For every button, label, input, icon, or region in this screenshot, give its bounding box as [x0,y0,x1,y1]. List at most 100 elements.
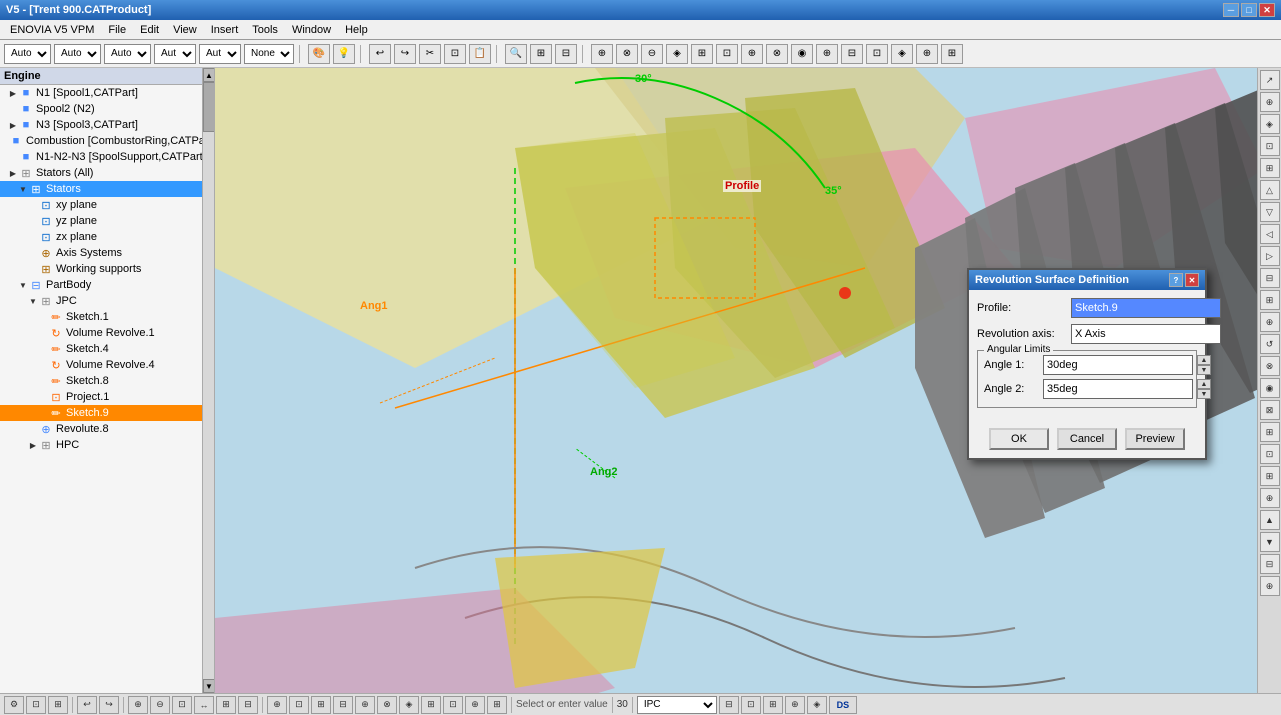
menu-help[interactable]: Help [339,22,374,38]
tree-item-working-supports[interactable]: ⊞ Working supports [0,261,214,277]
scroll-thumb[interactable] [203,82,215,132]
dialog-help-button[interactable]: ? [1169,273,1183,287]
3d-viewport[interactable]: 30° 35° Profile Ang1 Ang2 Revolution Sur… [215,68,1257,693]
tree-item-revolute8[interactable]: ⊕ Revolute.8 [0,421,214,437]
menu-enovia[interactable]: ENOVIA V5 VPM [4,22,100,38]
toolbar-btn-16[interactable]: ◈ [891,44,913,64]
close-button[interactable]: ✕ [1259,3,1275,17]
toolbar-btn-6[interactable]: ⊖ [641,44,663,64]
context-select[interactable]: IPC [637,696,717,714]
tree-item-n1spool1[interactable]: ▶ ■ N1 [Spool1,CATPart] [0,85,214,101]
btb-btn-9[interactable]: ⊞ [216,696,236,714]
btb-btn-25[interactable]: ◈ [807,696,827,714]
btb-btn-16[interactable]: ⊗ [377,696,397,714]
tree-item-zx-plane[interactable]: ⊡ zx plane [0,229,214,245]
tree-item-stators-all[interactable]: ▶ ⊞ Stators (All) [0,165,214,181]
toolbar-btn-7[interactable]: ◈ [666,44,688,64]
tree-item-sketch9[interactable]: ✏ Sketch.9 [0,405,214,421]
rtb-btn-6[interactable]: △ [1260,180,1280,200]
toolbar-btn-8[interactable]: ⊞ [691,44,713,64]
rtb-btn-4[interactable]: ⊡ [1260,136,1280,156]
angle2-input[interactable] [1043,379,1193,399]
rtb-btn-14[interactable]: ⊗ [1260,356,1280,376]
toolbar-btn-12[interactable]: ◉ [791,44,813,64]
btb-btn-18[interactable]: ⊞ [421,696,441,714]
menu-window[interactable]: Window [286,22,337,38]
select-filter-3[interactable]: Auto [104,44,151,64]
angle1-spin-up[interactable]: ▲ [1197,355,1211,365]
rtb-btn-2[interactable]: ⊕ [1260,92,1280,112]
rtb-btn-15[interactable]: ◉ [1260,378,1280,398]
rtb-btn-23[interactable]: ⊟ [1260,554,1280,574]
toolbar-btn-copy[interactable]: ⊡ [444,44,466,64]
btb-btn-3[interactable]: ↩ [77,696,97,714]
angle1-spin-down[interactable]: ▼ [1197,365,1211,375]
btb-btn-8[interactable]: ↔ [194,696,214,714]
ok-button[interactable]: OK [989,428,1049,450]
tree-item-jpc[interactable]: ▼ ⊞ JPC [0,293,214,309]
toolbar-btn-light[interactable]: 💡 [333,44,355,64]
btb-btn-1[interactable]: ⊡ [26,696,46,714]
tree-item-stators[interactable]: ▼ ⊞ Stators [0,181,214,197]
rtb-btn-20[interactable]: ⊕ [1260,488,1280,508]
btb-btn-13[interactable]: ⊞ [311,696,331,714]
toolbar-btn-render[interactable]: 🎨 [308,44,330,64]
toolbar-btn-13[interactable]: ⊕ [816,44,838,64]
toolbar-btn-paste[interactable]: 📋 [469,44,491,64]
btb-btn-14[interactable]: ⊟ [333,696,353,714]
toolbar-btn-undo[interactable]: ↩ [369,44,391,64]
menu-file[interactable]: File [102,22,132,38]
angle2-spin-down[interactable]: ▼ [1197,389,1211,399]
angle1-input[interactable] [1043,355,1193,375]
cancel-button[interactable]: Cancel [1057,428,1117,450]
btb-btn-5[interactable]: ⊕ [128,696,148,714]
btb-btn-24[interactable]: ⊕ [785,696,805,714]
rtb-btn-18[interactable]: ⊡ [1260,444,1280,464]
tree-item-yz-plane[interactable]: ⊡ yz plane [0,213,214,229]
toolbar-btn-9[interactable]: ⊡ [716,44,738,64]
angle2-spin-up[interactable]: ▲ [1197,379,1211,389]
toolbar-btn-14[interactable]: ⊟ [841,44,863,64]
toolbar-btn-15[interactable]: ⊡ [866,44,888,64]
tree-item-sketch1[interactable]: ✏ Sketch.1 [0,309,214,325]
btb-btn-15[interactable]: ⊕ [355,696,375,714]
tree-item-partbody[interactable]: ▼ ⊟ PartBody [0,277,214,293]
btb-btn-12[interactable]: ⊡ [289,696,309,714]
btb-settings-btn[interactable]: ⚙ [4,696,24,714]
select-filter-4[interactable]: Aut [154,44,196,64]
toolbar-btn-2[interactable]: ⊞ [530,44,552,64]
rtb-btn-9[interactable]: ▷ [1260,246,1280,266]
menu-view[interactable]: View [167,22,203,38]
btb-btn-20[interactable]: ⊕ [465,696,485,714]
menu-tools[interactable]: Tools [246,22,284,38]
menu-edit[interactable]: Edit [134,22,165,38]
tree-item-xy-plane[interactable]: ⊡ xy plane [0,197,214,213]
rtb-btn-10[interactable]: ⊟ [1260,268,1280,288]
btb-btn-4[interactable]: ↪ [99,696,119,714]
revolution-axis-input[interactable] [1071,324,1221,344]
tree-item-vol-rev1[interactable]: ↻ Volume Revolve.1 [0,325,214,341]
tree-item-sketch8[interactable]: ✏ Sketch.8 [0,373,214,389]
tree-item-spool2[interactable]: ■ Spool2 (N2) [0,101,214,117]
btb-btn-17[interactable]: ◈ [399,696,419,714]
rtb-btn-7[interactable]: ▽ [1260,202,1280,222]
toolbar-btn-3[interactable]: ⊟ [555,44,577,64]
rtb-btn-3[interactable]: ◈ [1260,114,1280,134]
tree-item-n1n2n3[interactable]: ■ N1-N2-N3 [SpoolSupport,CATPart] [0,149,214,165]
btb-btn-11[interactable]: ⊕ [267,696,287,714]
rtb-btn-16[interactable]: ⊠ [1260,400,1280,420]
tree-item-combustion[interactable]: ■ Combustion [CombustorRing,CATPart] [0,133,214,149]
rtb-btn-24[interactable]: ⊕ [1260,576,1280,596]
tree-item-vol-rev4[interactable]: ↻ Volume Revolve.4 [0,357,214,373]
rtb-btn-19[interactable]: ⊞ [1260,466,1280,486]
tree-item-sketch4[interactable]: ✏ Sketch.4 [0,341,214,357]
toolbar-btn-11[interactable]: ⊗ [766,44,788,64]
minimize-button[interactable]: ─ [1223,3,1239,17]
rtb-btn-12[interactable]: ⊕ [1260,312,1280,332]
rtb-btn-17[interactable]: ⊞ [1260,422,1280,442]
toolbar-btn-10[interactable]: ⊕ [741,44,763,64]
tree-item-hpc[interactable]: ▶ ⊞ HPC [0,437,214,453]
toolbar-btn-5[interactable]: ⊗ [616,44,638,64]
btb-btn-21[interactable]: ⊞ [487,696,507,714]
select-filter-6[interactable]: None [244,44,294,64]
